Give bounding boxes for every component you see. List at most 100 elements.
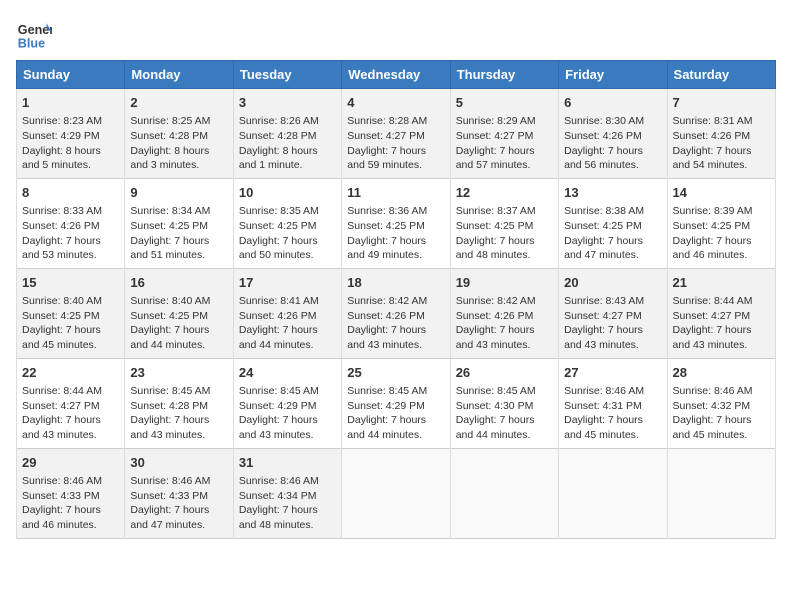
calendar-cell: 12 Sunrise: 8:37 AM Sunset: 4:25 PM Dayl… bbox=[450, 178, 558, 268]
sunset-label: Sunset: 4:33 PM bbox=[22, 490, 100, 502]
calendar-cell bbox=[667, 448, 775, 538]
daylight-label: Daylight: 7 hours and 43 minutes. bbox=[22, 414, 101, 441]
calendar-cell: 2 Sunrise: 8:25 AM Sunset: 4:28 PM Dayli… bbox=[125, 89, 233, 179]
calendar-cell: 20 Sunrise: 8:43 AM Sunset: 4:27 PM Dayl… bbox=[559, 268, 667, 358]
sunset-label: Sunset: 4:25 PM bbox=[673, 220, 751, 232]
sunrise-label: Sunrise: 8:45 AM bbox=[347, 385, 427, 397]
sunset-label: Sunset: 4:27 PM bbox=[347, 130, 425, 142]
day-number: 27 bbox=[564, 364, 661, 382]
calendar-table: SundayMondayTuesdayWednesdayThursdayFrid… bbox=[16, 60, 776, 539]
daylight-label: Daylight: 7 hours and 45 minutes. bbox=[564, 414, 643, 441]
sunrise-label: Sunrise: 8:43 AM bbox=[564, 295, 644, 307]
sunset-label: Sunset: 4:26 PM bbox=[347, 310, 425, 322]
daylight-label: Daylight: 7 hours and 43 minutes. bbox=[347, 324, 426, 351]
day-number: 29 bbox=[22, 454, 119, 472]
sunset-label: Sunset: 4:25 PM bbox=[22, 310, 100, 322]
calendar-cell: 7 Sunrise: 8:31 AM Sunset: 4:26 PM Dayli… bbox=[667, 89, 775, 179]
day-of-week-header: Friday bbox=[559, 61, 667, 89]
day-number: 3 bbox=[239, 94, 336, 112]
day-number: 9 bbox=[130, 184, 227, 202]
daylight-label: Daylight: 7 hours and 45 minutes. bbox=[22, 324, 101, 351]
day-of-week-header: Thursday bbox=[450, 61, 558, 89]
sunrise-label: Sunrise: 8:30 AM bbox=[564, 115, 644, 127]
day-number: 6 bbox=[564, 94, 661, 112]
sunrise-label: Sunrise: 8:46 AM bbox=[130, 475, 210, 487]
calendar-week-row: 15 Sunrise: 8:40 AM Sunset: 4:25 PM Dayl… bbox=[17, 268, 776, 358]
calendar-cell: 19 Sunrise: 8:42 AM Sunset: 4:26 PM Dayl… bbox=[450, 268, 558, 358]
svg-text:Blue: Blue bbox=[18, 37, 45, 51]
daylight-label: Daylight: 7 hours and 46 minutes. bbox=[673, 235, 752, 262]
sunrise-label: Sunrise: 8:46 AM bbox=[673, 385, 753, 397]
sunset-label: Sunset: 4:29 PM bbox=[22, 130, 100, 142]
sunrise-label: Sunrise: 8:28 AM bbox=[347, 115, 427, 127]
logo-icon: General Blue bbox=[16, 16, 52, 52]
sunset-label: Sunset: 4:27 PM bbox=[22, 400, 100, 412]
calendar-cell: 27 Sunrise: 8:46 AM Sunset: 4:31 PM Dayl… bbox=[559, 358, 667, 448]
calendar-cell: 29 Sunrise: 8:46 AM Sunset: 4:33 PM Dayl… bbox=[17, 448, 125, 538]
sunrise-label: Sunrise: 8:45 AM bbox=[130, 385, 210, 397]
sunrise-label: Sunrise: 8:45 AM bbox=[239, 385, 319, 397]
sunset-label: Sunset: 4:25 PM bbox=[239, 220, 317, 232]
calendar-week-row: 8 Sunrise: 8:33 AM Sunset: 4:26 PM Dayli… bbox=[17, 178, 776, 268]
day-number: 19 bbox=[456, 274, 553, 292]
sunset-label: Sunset: 4:26 PM bbox=[456, 310, 534, 322]
daylight-label: Daylight: 7 hours and 44 minutes. bbox=[239, 324, 318, 351]
calendar-cell: 18 Sunrise: 8:42 AM Sunset: 4:26 PM Dayl… bbox=[342, 268, 450, 358]
calendar-cell: 14 Sunrise: 8:39 AM Sunset: 4:25 PM Dayl… bbox=[667, 178, 775, 268]
calendar-cell bbox=[342, 448, 450, 538]
daylight-label: Daylight: 8 hours and 3 minutes. bbox=[130, 145, 209, 172]
calendar-cell: 9 Sunrise: 8:34 AM Sunset: 4:25 PM Dayli… bbox=[125, 178, 233, 268]
daylight-label: Daylight: 8 hours and 1 minute. bbox=[239, 145, 318, 172]
sunset-label: Sunset: 4:25 PM bbox=[130, 220, 208, 232]
sunrise-label: Sunrise: 8:38 AM bbox=[564, 205, 644, 217]
sunset-label: Sunset: 4:29 PM bbox=[347, 400, 425, 412]
sunset-label: Sunset: 4:31 PM bbox=[564, 400, 642, 412]
sunset-label: Sunset: 4:26 PM bbox=[673, 130, 751, 142]
sunset-label: Sunset: 4:27 PM bbox=[673, 310, 751, 322]
sunrise-label: Sunrise: 8:29 AM bbox=[456, 115, 536, 127]
sunrise-label: Sunrise: 8:40 AM bbox=[22, 295, 102, 307]
day-number: 21 bbox=[673, 274, 770, 292]
calendar-cell: 24 Sunrise: 8:45 AM Sunset: 4:29 PM Dayl… bbox=[233, 358, 341, 448]
day-number: 31 bbox=[239, 454, 336, 472]
day-of-week-header: Monday bbox=[125, 61, 233, 89]
daylight-label: Daylight: 7 hours and 48 minutes. bbox=[239, 504, 318, 531]
calendar-header: SundayMondayTuesdayWednesdayThursdayFrid… bbox=[17, 61, 776, 89]
sunrise-label: Sunrise: 8:42 AM bbox=[456, 295, 536, 307]
sunset-label: Sunset: 4:30 PM bbox=[456, 400, 534, 412]
daylight-label: Daylight: 7 hours and 47 minutes. bbox=[130, 504, 209, 531]
calendar-cell: 28 Sunrise: 8:46 AM Sunset: 4:32 PM Dayl… bbox=[667, 358, 775, 448]
day-number: 4 bbox=[347, 94, 444, 112]
calendar-cell: 23 Sunrise: 8:45 AM Sunset: 4:28 PM Dayl… bbox=[125, 358, 233, 448]
day-of-week-header: Sunday bbox=[17, 61, 125, 89]
calendar-cell bbox=[450, 448, 558, 538]
day-number: 18 bbox=[347, 274, 444, 292]
sunrise-label: Sunrise: 8:46 AM bbox=[22, 475, 102, 487]
sunrise-label: Sunrise: 8:42 AM bbox=[347, 295, 427, 307]
sunset-label: Sunset: 4:25 PM bbox=[347, 220, 425, 232]
logo: General Blue bbox=[16, 16, 56, 52]
daylight-label: Daylight: 7 hours and 47 minutes. bbox=[564, 235, 643, 262]
calendar-cell: 5 Sunrise: 8:29 AM Sunset: 4:27 PM Dayli… bbox=[450, 89, 558, 179]
sunrise-label: Sunrise: 8:25 AM bbox=[130, 115, 210, 127]
sunrise-label: Sunrise: 8:31 AM bbox=[673, 115, 753, 127]
day-number: 15 bbox=[22, 274, 119, 292]
sunset-label: Sunset: 4:28 PM bbox=[130, 400, 208, 412]
calendar-cell: 1 Sunrise: 8:23 AM Sunset: 4:29 PM Dayli… bbox=[17, 89, 125, 179]
calendar-week-row: 22 Sunrise: 8:44 AM Sunset: 4:27 PM Dayl… bbox=[17, 358, 776, 448]
calendar-cell bbox=[559, 448, 667, 538]
sunrise-label: Sunrise: 8:34 AM bbox=[130, 205, 210, 217]
sunset-label: Sunset: 4:25 PM bbox=[456, 220, 534, 232]
page-header: General Blue bbox=[16, 16, 776, 52]
daylight-label: Daylight: 7 hours and 48 minutes. bbox=[456, 235, 535, 262]
daylight-label: Daylight: 7 hours and 44 minutes. bbox=[130, 324, 209, 351]
sunset-label: Sunset: 4:33 PM bbox=[130, 490, 208, 502]
calendar-cell: 10 Sunrise: 8:35 AM Sunset: 4:25 PM Dayl… bbox=[233, 178, 341, 268]
daylight-label: Daylight: 7 hours and 43 minutes. bbox=[564, 324, 643, 351]
calendar-week-row: 29 Sunrise: 8:46 AM Sunset: 4:33 PM Dayl… bbox=[17, 448, 776, 538]
day-number: 2 bbox=[130, 94, 227, 112]
sunrise-label: Sunrise: 8:26 AM bbox=[239, 115, 319, 127]
sunrise-label: Sunrise: 8:35 AM bbox=[239, 205, 319, 217]
sunset-label: Sunset: 4:32 PM bbox=[673, 400, 751, 412]
sunset-label: Sunset: 4:26 PM bbox=[239, 310, 317, 322]
